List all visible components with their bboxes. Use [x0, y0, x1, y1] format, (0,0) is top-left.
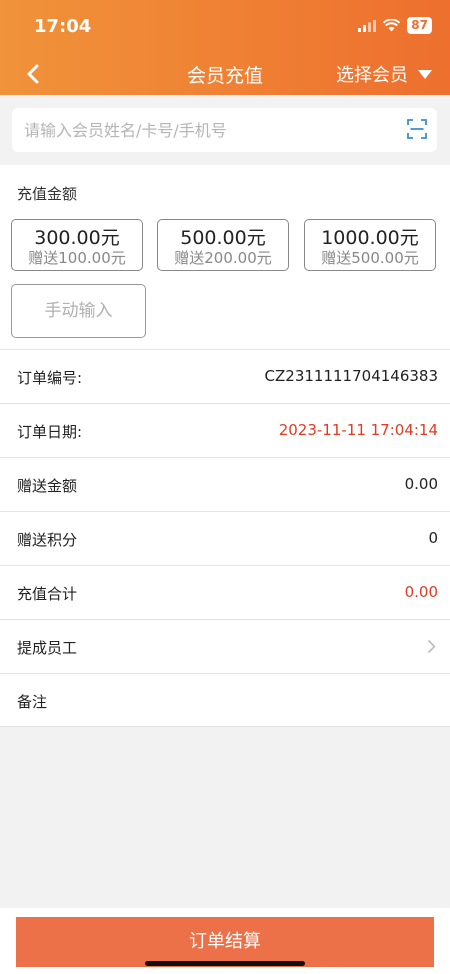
gift-amount-value: 0.00	[404, 475, 438, 493]
signal-icon	[358, 19, 377, 32]
recharge-total-label: 充值合计	[17, 585, 78, 603]
gift-points-label: 赠送积分	[17, 531, 78, 549]
wifi-icon	[383, 19, 401, 32]
status-icons: 87	[358, 17, 432, 34]
search-area	[0, 95, 450, 165]
top-header: 17:04 87 会员充值 选择会员	[0, 0, 450, 95]
remark-row[interactable]: 备注	[0, 673, 450, 727]
status-time: 17:04	[34, 16, 92, 37]
commission-staff-row[interactable]: 提成员工	[0, 619, 450, 673]
order-number-value: CZ2311111704146383	[264, 367, 438, 385]
amount-value: 300.00元	[34, 227, 120, 249]
recharge-amount-section: 充值金额 300.00元 赠送100.00元 500.00元 赠送200.00元…	[0, 165, 450, 349]
amount-option-500[interactable]: 500.00元 赠送200.00元	[157, 219, 289, 271]
amount-gift: 赠送200.00元	[174, 249, 272, 267]
gift-amount-row: 赠送金额 0.00	[0, 457, 450, 511]
amount-title: 充值金额	[17, 185, 78, 203]
battery-indicator: 87	[407, 17, 432, 34]
scan-icon[interactable]	[407, 119, 427, 139]
amount-option-300[interactable]: 300.00元 赠送100.00元	[11, 219, 143, 271]
search-input[interactable]	[12, 119, 396, 141]
amount-gift: 赠送100.00元	[28, 249, 126, 267]
select-member-label: 选择会员	[336, 65, 408, 86]
home-indicator	[145, 961, 305, 966]
manual-input-button[interactable]: 手动输入	[11, 284, 146, 338]
gift-amount-label: 赠送金额	[17, 477, 78, 495]
recharge-total-value: 0.00	[404, 583, 438, 601]
chevron-right-icon	[427, 639, 436, 654]
caret-down-icon	[418, 69, 432, 79]
search-box	[12, 108, 437, 152]
recharge-total-row: 充值合计 0.00	[0, 565, 450, 619]
commission-staff-label: 提成员工	[17, 639, 78, 657]
order-date-label: 订单日期:	[17, 423, 83, 441]
amount-gift: 赠送500.00元	[321, 249, 419, 267]
checkout-button[interactable]: 订单结算	[16, 917, 434, 967]
remark-label: 备注	[17, 693, 48, 711]
order-number-label: 订单编号:	[17, 369, 83, 387]
order-date-row: 订单日期: 2023-11-11 17:04:14	[0, 403, 450, 457]
gift-points-value: 0	[428, 529, 438, 547]
order-date-value: 2023-11-11 17:04:14	[278, 421, 438, 439]
amount-option-1000[interactable]: 1000.00元 赠送500.00元	[304, 219, 436, 271]
amount-value: 1000.00元	[321, 227, 419, 249]
order-details: 订单编号: CZ2311111704146383 订单日期: 2023-11-1…	[0, 349, 450, 727]
order-number-row: 订单编号: CZ2311111704146383	[0, 349, 450, 403]
gift-points-row: 赠送积分 0	[0, 511, 450, 565]
amount-value: 500.00元	[180, 227, 266, 249]
select-member-button[interactable]: 选择会员	[336, 61, 432, 87]
